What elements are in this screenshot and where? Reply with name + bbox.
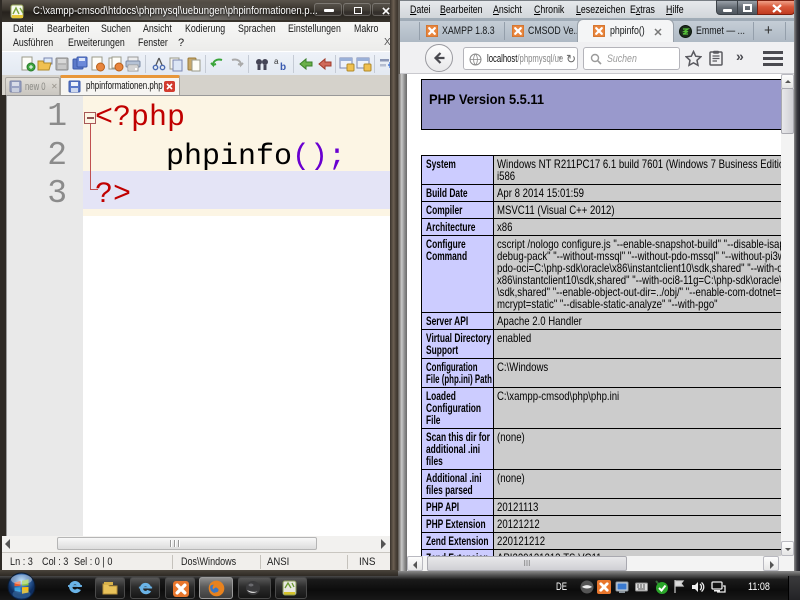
- svg-text:a: a: [274, 57, 279, 66]
- svg-text:b: b: [280, 62, 286, 72]
